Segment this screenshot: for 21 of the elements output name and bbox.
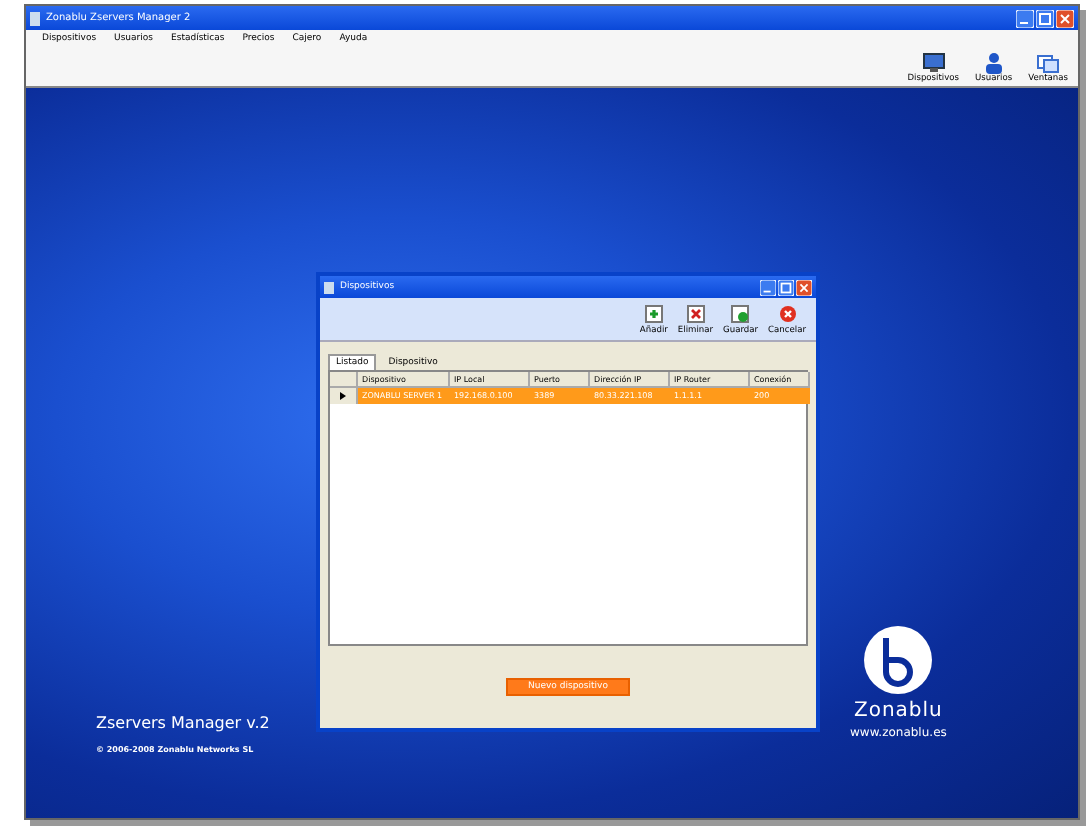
product-name: Zservers Manager v.2 bbox=[96, 714, 270, 732]
users-icon bbox=[981, 52, 1006, 74]
row-pointer-icon bbox=[340, 392, 346, 400]
windows-icon bbox=[1036, 52, 1061, 74]
logo-text: Zonablu bbox=[853, 700, 943, 722]
save-icon bbox=[730, 303, 751, 323]
cancel-icon bbox=[777, 303, 798, 323]
table-corner bbox=[330, 372, 358, 388]
plus-icon bbox=[643, 303, 664, 323]
maximize-icon[interactable] bbox=[1036, 9, 1054, 27]
row-header[interactable] bbox=[330, 388, 358, 404]
app-icon bbox=[30, 11, 40, 25]
minimize-icon[interactable] bbox=[760, 279, 776, 295]
monitor-icon bbox=[921, 52, 946, 74]
close-icon[interactable] bbox=[1056, 9, 1074, 27]
logo-icon bbox=[862, 624, 935, 696]
maximize-icon[interactable] bbox=[778, 279, 794, 295]
minimize-icon[interactable] bbox=[1016, 9, 1034, 27]
app-icon bbox=[324, 281, 334, 293]
close-icon[interactable] bbox=[796, 279, 812, 295]
delete-icon bbox=[685, 303, 706, 323]
